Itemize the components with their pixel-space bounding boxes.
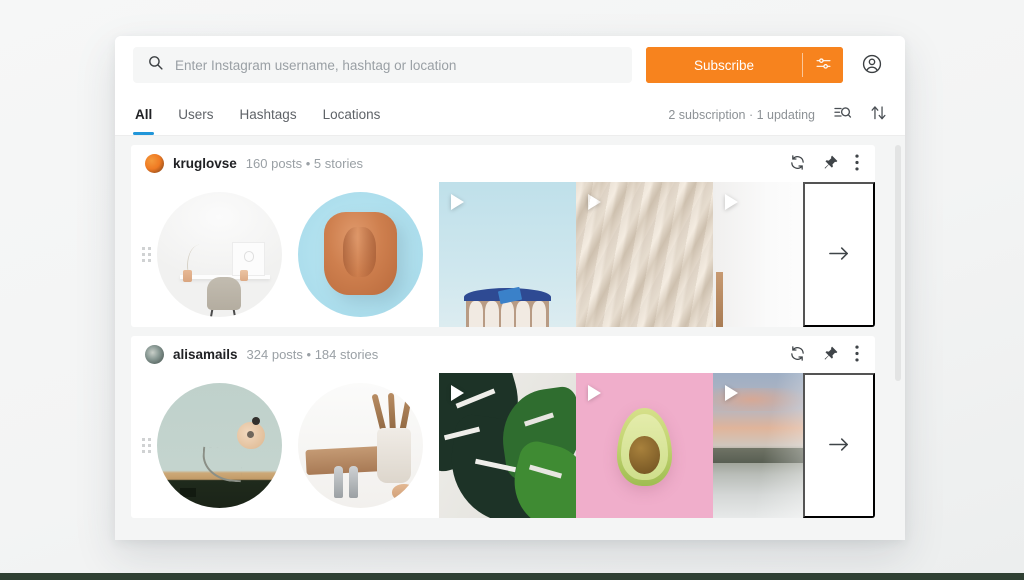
- post-avocado-pink[interactable]: [576, 373, 713, 518]
- post-sand-texture[interactable]: [576, 182, 713, 327]
- pin-button[interactable]: [822, 154, 839, 174]
- pin-icon: [822, 345, 839, 365]
- post-beach-sunset[interactable]: [713, 373, 803, 518]
- play-icon: [588, 385, 601, 401]
- card-header: alisamails 324 posts • 184 stories: [131, 336, 875, 373]
- top-bar: Subscribe: [115, 36, 905, 94]
- refresh-button[interactable]: [789, 154, 806, 174]
- refresh-button[interactable]: [789, 345, 806, 365]
- refresh-icon: [789, 154, 806, 174]
- avatar[interactable]: [145, 154, 164, 173]
- sort-button[interactable]: [870, 104, 887, 125]
- account-button[interactable]: [857, 50, 887, 80]
- tab-locations[interactable]: Locations: [321, 94, 383, 135]
- play-icon: [588, 194, 601, 210]
- user-circle-icon: [861, 53, 883, 78]
- scrollbar-thumb[interactable]: [895, 145, 901, 381]
- subscription-card: alisamails 324 posts • 184 stories: [131, 336, 875, 518]
- story-kitchen-utensils[interactable]: [298, 383, 423, 508]
- more-options-button[interactable]: [855, 153, 859, 174]
- filter-search-icon: [833, 104, 852, 125]
- more-vertical-icon: [855, 344, 859, 365]
- bottom-accent-strip: [0, 573, 1024, 580]
- arrow-right-icon: [829, 246, 849, 264]
- play-icon: [451, 194, 464, 210]
- media-strip: [131, 373, 875, 518]
- tab-users[interactable]: Users: [176, 94, 215, 135]
- post-white-wall[interactable]: [713, 182, 803, 327]
- username-label[interactable]: kruglovse: [173, 156, 237, 171]
- story-workspace-desk[interactable]: [157, 192, 282, 317]
- vertical-scrollbar[interactable]: [891, 136, 905, 540]
- pin-button[interactable]: [822, 345, 839, 365]
- post-monstera-leaves[interactable]: [439, 373, 576, 518]
- thumbnails-row: [157, 373, 803, 518]
- story-mint-lamp[interactable]: [157, 383, 282, 508]
- tabs-row: All Users Hashtags Locations 2 subscript…: [115, 94, 905, 136]
- account-stats: 324 posts • 184 stories: [246, 347, 379, 362]
- next-media-button[interactable]: [803, 182, 875, 327]
- thumbnails-row: [157, 182, 803, 327]
- avatar[interactable]: [145, 345, 164, 364]
- play-icon: [451, 385, 464, 401]
- arrow-right-icon: [829, 437, 849, 455]
- post-blue-building[interactable]: [439, 182, 576, 327]
- tab-hashtags[interactable]: Hashtags: [238, 94, 299, 135]
- card-header: kruglovse 160 posts • 5 stories: [131, 145, 875, 182]
- more-options-button[interactable]: [855, 344, 859, 365]
- drag-handle-icon[interactable]: [135, 182, 157, 327]
- tabs-list: All Users Hashtags Locations: [133, 94, 382, 135]
- card-actions: [789, 153, 865, 174]
- search-icon: [147, 54, 164, 76]
- tabs-right-group: 2 subscription · 1 updating: [668, 94, 887, 135]
- search-input[interactable]: [175, 47, 618, 83]
- username-label[interactable]: alisamails: [173, 347, 238, 362]
- play-icon: [725, 385, 738, 401]
- play-icon: [725, 194, 738, 210]
- pin-icon: [822, 154, 839, 174]
- subscribe-button[interactable]: Subscribe: [645, 47, 802, 83]
- sliders-icon: [815, 55, 832, 75]
- tab-all[interactable]: All: [133, 94, 155, 135]
- sort-arrows-icon: [870, 104, 887, 125]
- subscriptions-list: kruglovse 160 posts • 5 stories alisamai…: [115, 136, 905, 540]
- more-vertical-icon: [855, 153, 859, 174]
- next-media-button[interactable]: [803, 373, 875, 518]
- subscribe-options-button[interactable]: [803, 47, 843, 83]
- media-strip: [131, 182, 875, 327]
- search-bar[interactable]: [133, 47, 632, 83]
- story-copper-hat[interactable]: [298, 192, 423, 317]
- filter-search-button[interactable]: [833, 104, 852, 125]
- card-actions: [789, 344, 865, 365]
- subscribe-group: Subscribe: [645, 47, 843, 83]
- app-window: Subscribe All Us: [115, 36, 905, 540]
- account-stats: 160 posts • 5 stories: [245, 156, 364, 171]
- subscription-card: kruglovse 160 posts • 5 stories: [131, 145, 875, 327]
- subscription-status: 2 subscription · 1 updating: [668, 107, 815, 122]
- cards-container: kruglovse 160 posts • 5 stories alisamai…: [115, 145, 891, 518]
- drag-handle-icon[interactable]: [135, 373, 157, 518]
- refresh-icon: [789, 345, 806, 365]
